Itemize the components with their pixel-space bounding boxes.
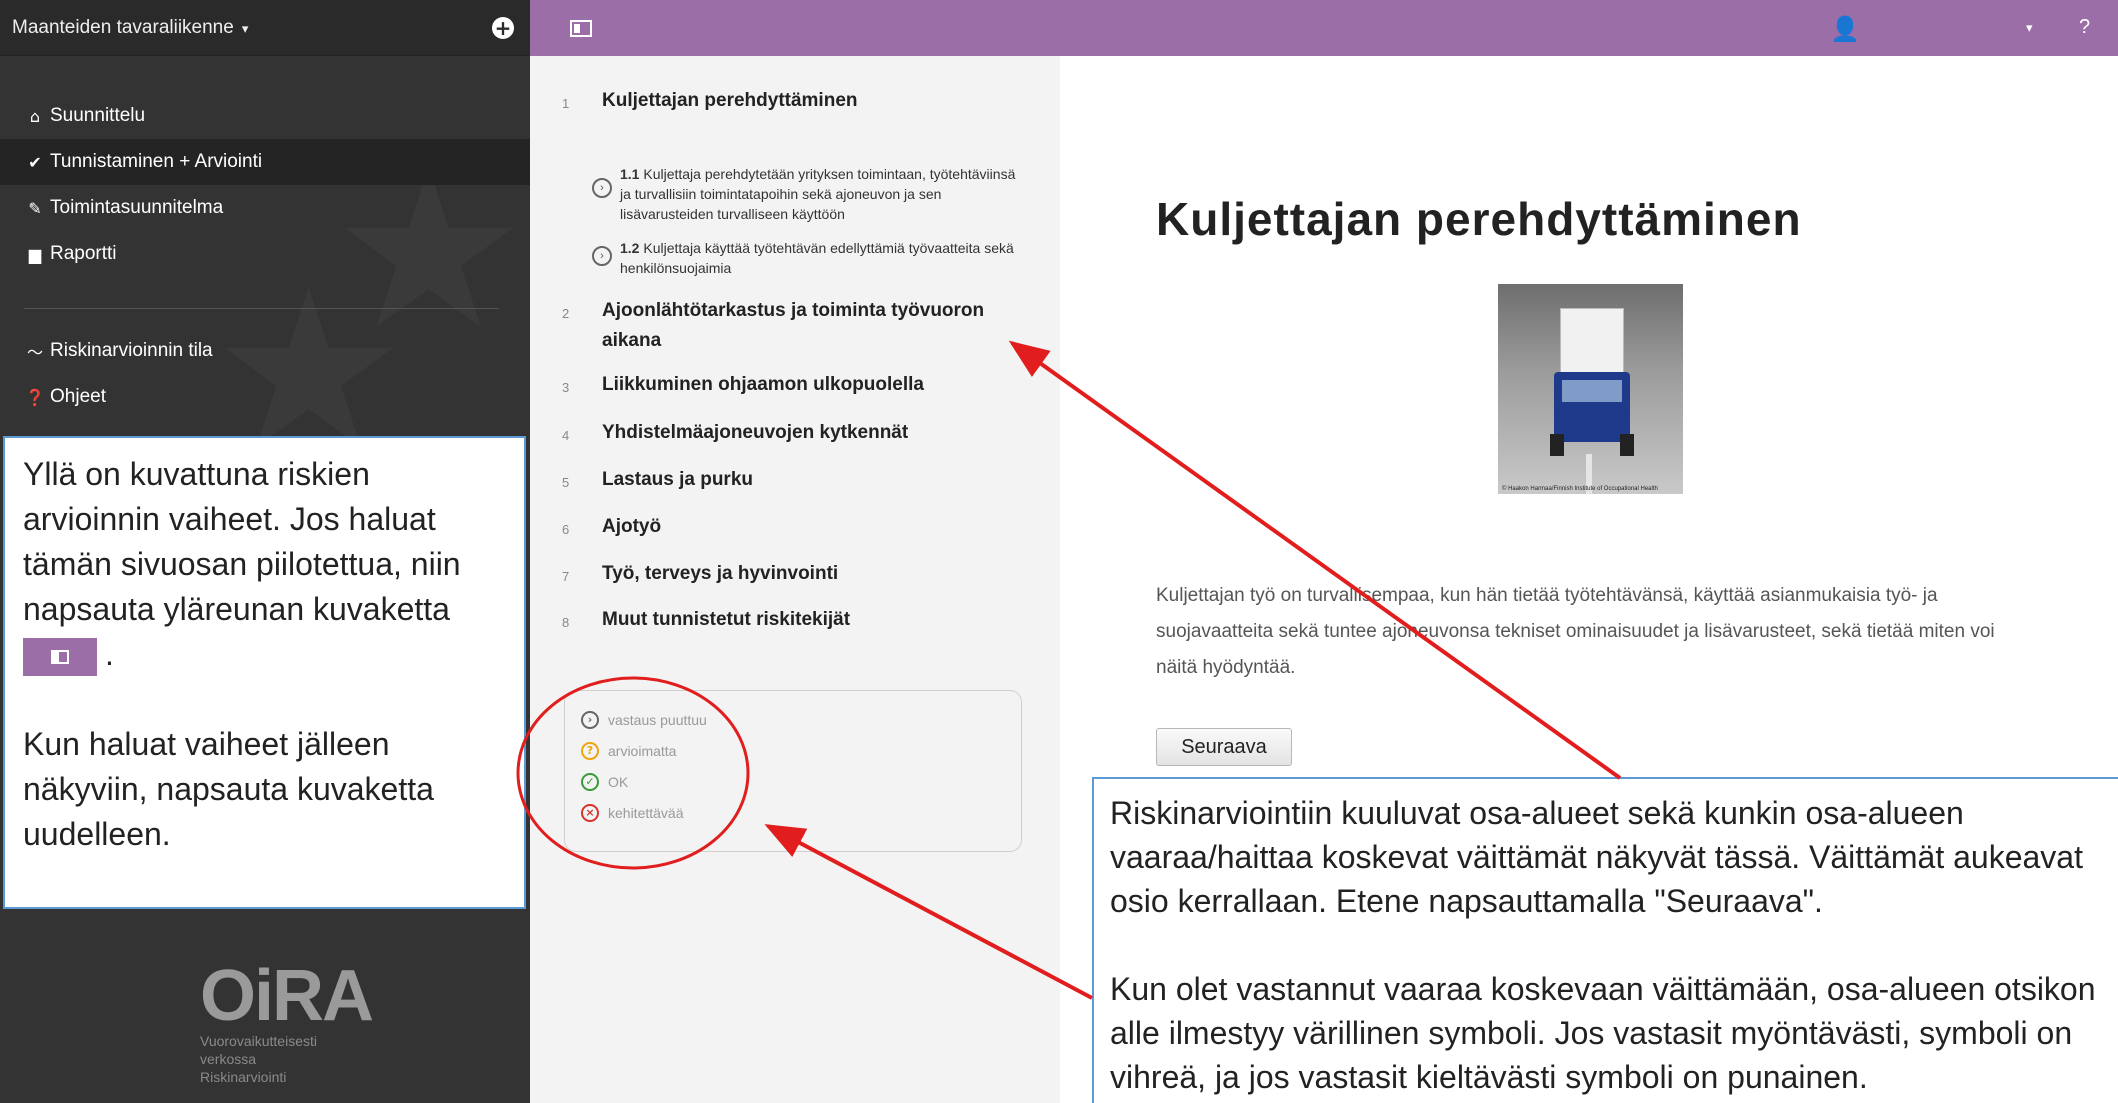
missing-answer-icon: › bbox=[592, 178, 612, 198]
risk-number: 1.2 bbox=[620, 240, 640, 256]
module-number: 6 bbox=[562, 522, 570, 537]
check-circle-icon: ✔ bbox=[28, 152, 42, 172]
sidebar-item-identification[interactable]: ✔ Tunnistaminen + Arviointi bbox=[0, 139, 530, 185]
module-title: Työ, terveys ja hyvinvointi bbox=[602, 563, 839, 584]
help-callout-text: Yllä on kuvattuna riskien arvioinnin vai… bbox=[23, 452, 508, 677]
sidebar-toggle-demo-icon bbox=[23, 637, 97, 676]
truck-wheel-shape bbox=[1620, 434, 1634, 456]
help-callout-p2: Kun haluat vaiheet jälleen näkyviin, nap… bbox=[23, 726, 434, 852]
intro-text: Kuljettajan työ on turvallisempaa, kun h… bbox=[1156, 585, 1995, 678]
module-number: 5 bbox=[562, 475, 570, 490]
logo-line: verkossa bbox=[200, 1051, 257, 1067]
sidebar-item-action-plan[interactable]: ✎ Toimintasuunnitelma bbox=[0, 185, 530, 231]
sidebar-item-label: Toimintasuunnitelma bbox=[50, 197, 224, 218]
legend-item: ? arvioimatta bbox=[581, 742, 676, 760]
module-number: 3 bbox=[562, 380, 570, 395]
help-callout-p1: Yllä on kuvattuna riskien arvioinnin vai… bbox=[23, 456, 461, 627]
sidebar-item-label: Riskinarvioinnin tila bbox=[50, 340, 213, 361]
help-callout-p1-end: . bbox=[105, 636, 114, 672]
chevron-down-icon: ▾ bbox=[241, 21, 249, 36]
risk-label: Kuljettaja perehdytetään yrityksen toimi… bbox=[620, 166, 1016, 222]
legend-label: arvioimatta bbox=[608, 743, 677, 759]
info-callout: Riskinarviointiin kuuluvat osa-alueet se… bbox=[1092, 777, 2118, 1103]
module-number: 4 bbox=[562, 428, 570, 443]
sidebar-item-label: Ohjeet bbox=[50, 386, 106, 407]
info-callout-p2: Kun olet vastannut vaaraa koskevaan väit… bbox=[1110, 971, 2096, 1095]
legend-item: × kehitettävää bbox=[581, 804, 684, 822]
module-title: Lastaus ja purku bbox=[602, 469, 753, 490]
logo-mark: OiRA bbox=[200, 956, 374, 1036]
pencil-icon: ✎ bbox=[28, 198, 42, 218]
page-title: Kuljettajan perehdyttäminen bbox=[1156, 193, 1802, 245]
sidebar-toggle-icon[interactable] bbox=[570, 20, 592, 37]
oira-logo: OiRA Vuorovaikutteisesti verkossa Riskin… bbox=[200, 956, 374, 1086]
logo-line: Riskinarviointi bbox=[200, 1069, 287, 1085]
module-number: 7 bbox=[562, 569, 570, 584]
legend-label: kehitettävää bbox=[608, 805, 684, 821]
truck-trailer-shape bbox=[1560, 308, 1624, 378]
truck-wheel-shape bbox=[1550, 434, 1564, 456]
module-title: Yhdistelmäajoneuvojen kytkennät bbox=[602, 422, 909, 443]
sidebar-item-planning[interactable]: ⌂ Suunnittelu bbox=[0, 93, 530, 139]
needs-improvement-icon: × bbox=[581, 804, 599, 822]
risk-text: 1.2 Kuljettaja käyttää työtehtävän edell… bbox=[620, 238, 1020, 278]
steps-panel: 1 Kuljettajan perehdyttäminen › 1.1 Kulj… bbox=[530, 56, 1060, 1103]
help-circle-icon: ❓ bbox=[25, 387, 45, 407]
chart-icon: 〜 bbox=[26, 343, 43, 362]
photo-credit: © Haakon Harmaa/Finnish Institute of Occ… bbox=[1502, 486, 1658, 492]
missing-answer-icon: › bbox=[581, 711, 599, 729]
document-icon: ▆ bbox=[28, 244, 42, 264]
sidebar-item-help[interactable]: ❓ Ohjeet bbox=[0, 374, 530, 420]
user-menu-caret-icon[interactable]: ▾ bbox=[2026, 20, 2033, 36]
module-number: 1 bbox=[562, 96, 570, 111]
question-icon: ? bbox=[581, 742, 599, 760]
module-title: Liikkuminen ohjaamon ulkopuolella bbox=[602, 374, 924, 395]
tool-selector-bar: Maanteiden tavaraliikenne ▾ + bbox=[0, 0, 530, 56]
module-title: Ajoonlähtötarkastus ja toiminta työvuoro… bbox=[602, 300, 985, 351]
sidebar-item-status[interactable]: 〜 Riskinarvioinnin tila bbox=[0, 328, 530, 374]
home-icon: ⌂ bbox=[29, 106, 41, 126]
next-button[interactable]: Seuraava bbox=[1156, 728, 1292, 766]
top-bar: 👤 ▾ ? bbox=[530, 0, 2118, 56]
status-legend: › vastaus puuttuu ? arvioimatta ✓ OK × k… bbox=[564, 690, 1022, 852]
tool-name-label: Maanteiden tavaraliikenne bbox=[12, 17, 234, 38]
help-icon[interactable]: ? bbox=[2079, 16, 2090, 39]
sidebar-item-label: Suunnittelu bbox=[50, 105, 146, 126]
ok-check-icon: ✓ bbox=[581, 773, 599, 791]
module-number: 8 bbox=[562, 615, 570, 630]
truck-photo: © Haakon Harmaa/Finnish Institute of Occ… bbox=[1498, 284, 1683, 494]
risk-label: Kuljettaja käyttää työtehtävän edellyttä… bbox=[620, 240, 1014, 276]
risk-number: 1.1 bbox=[620, 166, 640, 182]
sidebar-item-label: Tunnistaminen + Arviointi bbox=[50, 151, 263, 172]
risk-text: 1.1 Kuljettaja perehdytetään yrityksen t… bbox=[620, 164, 1020, 224]
legend-item: › vastaus puuttuu bbox=[581, 711, 707, 729]
tool-selector[interactable]: Maanteiden tavaraliikenne ▾ bbox=[12, 17, 248, 39]
user-icon[interactable]: 👤 bbox=[1830, 15, 1860, 43]
legend-label: vastaus puuttuu bbox=[608, 712, 707, 728]
legend-item: ✓ OK bbox=[581, 773, 628, 791]
module-title: Muut tunnistetut riskitekijät bbox=[602, 609, 851, 630]
sidebar-item-report[interactable]: ▆ Raportti bbox=[0, 231, 530, 277]
sidebar-item-label: Raportti bbox=[50, 243, 117, 264]
legend-label: OK bbox=[608, 774, 629, 790]
info-callout-p1: Riskinarviointiin kuuluvat osa-alueet se… bbox=[1110, 795, 2083, 919]
module-title: Ajotyö bbox=[602, 516, 662, 537]
nav-divider bbox=[24, 308, 499, 309]
module-number: 2 bbox=[562, 306, 570, 321]
truck-window-shape bbox=[1562, 380, 1622, 402]
help-callout: Yllä on kuvattuna riskien arvioinnin vai… bbox=[3, 436, 526, 909]
module-title: Kuljettajan perehdyttäminen bbox=[602, 90, 858, 111]
missing-answer-icon: › bbox=[592, 246, 612, 266]
add-icon[interactable]: + bbox=[492, 17, 514, 39]
